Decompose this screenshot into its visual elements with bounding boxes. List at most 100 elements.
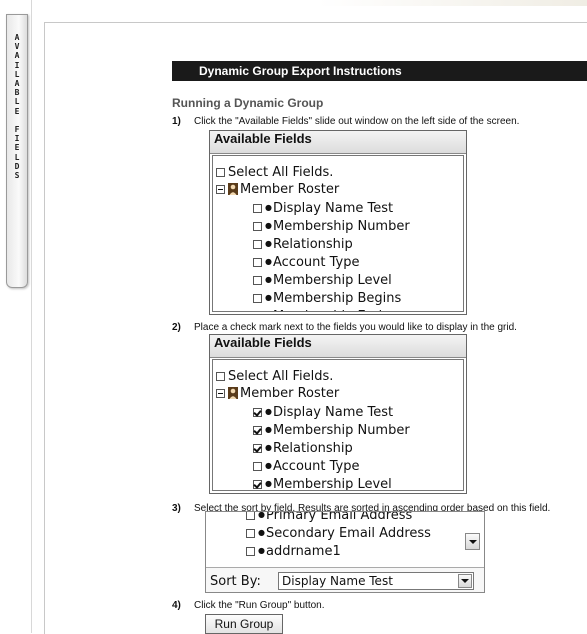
field-checkbox[interactable]: [253, 480, 262, 489]
step-text: Click the "Run Group" button.: [194, 600, 325, 611]
field-row[interactable]: ●Account Type: [253, 458, 359, 475]
step-number: 3): [172, 503, 181, 514]
step-2: 2) Place a check mark next to the fields …: [172, 322, 517, 333]
field-label: Membership Ends: [273, 309, 389, 311]
field-checkbox[interactable]: [253, 444, 262, 453]
step-1: 1) Click the "Available Fields" slide out…: [172, 116, 519, 127]
select-all-row[interactable]: Select All Fields.: [216, 165, 333, 181]
field-checkbox[interactable]: [253, 204, 262, 213]
field-label: Membership Begins: [272, 291, 402, 306]
bullet-icon: ●: [265, 203, 272, 212]
available-fields-panel-2: Available Fields Select All Fields. Memb…: [209, 334, 467, 494]
field-label: Primary Email Address: [265, 511, 413, 523]
field-row[interactable]: ●Membership Number: [253, 218, 410, 235]
field-row[interactable]: ●Membership Number: [253, 422, 410, 439]
member-roster-group[interactable]: Member Roster: [216, 182, 339, 198]
field-label: Secondary Email Address: [265, 526, 431, 541]
step-4: 4) Click the "Run Group" button.: [172, 600, 325, 611]
section-title: Running a Dynamic Group: [172, 96, 324, 110]
bullet-icon: ●: [265, 443, 272, 452]
available-fields-title: Available Fields: [210, 131, 466, 154]
field-label: addrname1: [265, 544, 341, 559]
group-label: Member Roster: [240, 386, 340, 401]
collapse-icon[interactable]: [216, 185, 225, 194]
bullet-icon: ●: [265, 407, 272, 416]
field-label: Display Name Test: [272, 405, 394, 420]
group-label: Member Roster: [240, 182, 340, 197]
sort-by-panel: ●Primary Email Address ●Secondary Email …: [205, 511, 485, 593]
step-number: 2): [172, 322, 181, 333]
bullet-icon: ●: [265, 221, 272, 230]
step-text: Click the "Available Fields" slide out w…: [194, 116, 520, 127]
sort-by-label: Sort By:: [210, 574, 261, 589]
sidebar-divider: [31, 0, 32, 633]
sort-by-value: Display Name Test: [282, 574, 393, 588]
field-label: Membership Level: [272, 477, 392, 491]
collapse-icon[interactable]: [216, 389, 225, 398]
run-group-button[interactable]: Run Group: [205, 614, 283, 634]
field-row[interactable]: ●addrname1: [246, 543, 341, 560]
available-fields-title: Available Fields: [210, 335, 466, 358]
available-fields-slideout-tab[interactable]: A V A I L A B L E F I E L D S: [6, 14, 28, 288]
field-checkbox[interactable]: [253, 240, 262, 249]
field-label: Membership Number: [272, 219, 410, 234]
field-row[interactable]: ●Display Name Test: [253, 404, 393, 421]
field-row[interactable]: ●Primary Email Address: [246, 511, 413, 524]
select-all-label: Select All Fields.: [228, 165, 334, 180]
field-checkbox[interactable]: [253, 294, 262, 303]
select-all-label: Select All Fields.: [228, 369, 334, 384]
field-label: Membership Number: [272, 423, 410, 438]
select-all-row[interactable]: Select All Fields.: [216, 369, 333, 385]
sort-by-row: Sort By: Display Name Test: [206, 567, 484, 592]
available-fields-panel-1: Available Fields Select All Fields. Memb…: [209, 130, 467, 315]
select-all-checkbox[interactable]: [216, 372, 225, 381]
bullet-icon: ●: [265, 311, 272, 312]
field-row[interactable]: ●Membership Begins: [253, 290, 401, 307]
member-icon: [228, 183, 238, 195]
bullet-icon: ●: [265, 293, 272, 302]
field-checkbox[interactable]: [246, 547, 255, 556]
field-checkbox[interactable]: [253, 276, 262, 285]
field-checkbox[interactable]: [246, 529, 255, 538]
field-checkbox[interactable]: [246, 512, 255, 520]
field-checkbox[interactable]: [253, 408, 262, 417]
field-row[interactable]: ●Membership Level: [253, 476, 392, 491]
field-row[interactable]: ●Display Name Test: [253, 200, 393, 217]
field-label: Relationship: [272, 441, 353, 456]
step-number: 4): [172, 600, 181, 611]
top-decor-band: [318, 0, 587, 6]
step-number: 1): [172, 116, 181, 127]
field-row[interactable]: ●Relationship: [253, 236, 353, 253]
fields-list: Select All Fields. Member Roster ●Displa…: [212, 155, 464, 312]
scroll-down-button[interactable]: [465, 533, 480, 550]
field-row[interactable]: ●Membership Ends: [253, 308, 389, 312]
bullet-icon: ●: [265, 425, 272, 434]
select-all-checkbox[interactable]: [216, 168, 225, 177]
field-row[interactable]: ●Membership Level: [253, 272, 392, 289]
bullet-icon: ●: [265, 275, 272, 284]
step-text: Place a check mark next to the fields yo…: [194, 322, 517, 333]
field-label: Account Type: [272, 255, 360, 270]
field-checkbox[interactable]: [253, 258, 262, 267]
field-checkbox[interactable]: [253, 222, 262, 231]
instructions-header: Dynamic Group Export Instructions: [172, 61, 587, 81]
field-row[interactable]: ●Secondary Email Address: [246, 525, 431, 542]
field-label: Relationship: [272, 237, 353, 252]
field-row[interactable]: ●Relationship: [253, 440, 353, 457]
chevron-down-icon[interactable]: [458, 574, 472, 588]
bullet-icon: ●: [265, 257, 272, 266]
slideout-tab-label: A V A I L A B L E F I E L D S: [14, 33, 20, 181]
field-checkbox[interactable]: [253, 426, 262, 435]
field-label: Display Name Test: [272, 201, 394, 216]
fields-list: Select All Fields. Member Roster ●Displa…: [212, 359, 464, 491]
field-checkbox[interactable]: [253, 462, 262, 471]
field-row[interactable]: ●Account Type: [253, 254, 359, 271]
bullet-icon: ●: [265, 239, 272, 248]
sort-by-select[interactable]: Display Name Test: [278, 572, 474, 590]
bullet-icon: ●: [265, 479, 272, 488]
bullet-icon: ●: [265, 461, 272, 470]
member-roster-group[interactable]: Member Roster: [216, 386, 339, 402]
field-label: Account Type: [272, 459, 360, 474]
member-icon: [228, 387, 238, 399]
field-label: Membership Level: [272, 273, 392, 288]
